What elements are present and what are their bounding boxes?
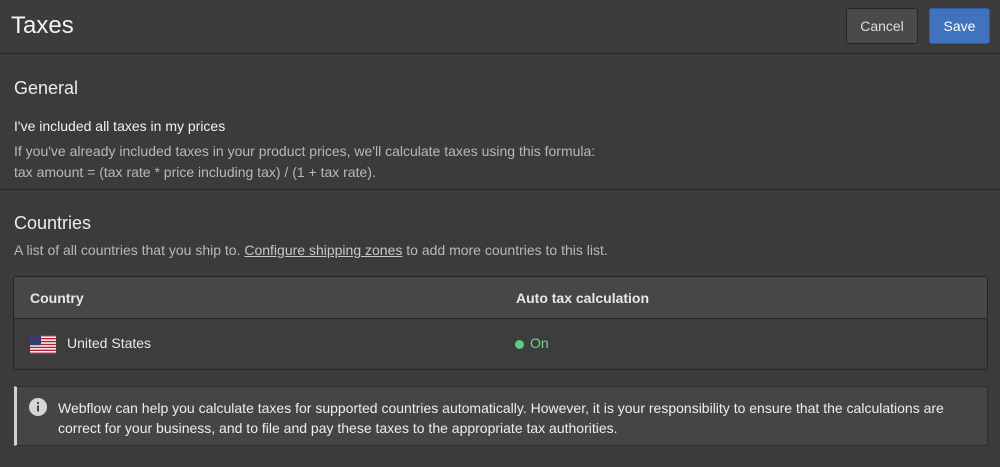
us-flag-icon (30, 335, 56, 354)
formula-help-line-1: If you've already included taxes in your… (14, 143, 596, 159)
tax-notice: Webflow can help you calculate taxes for… (14, 386, 988, 446)
general-heading: General (14, 78, 79, 98)
page-title: Taxes (11, 12, 74, 39)
info-icon (29, 398, 47, 416)
page-header: Taxes Cancel Save (0, 0, 1000, 54)
save-button[interactable]: Save (929, 8, 990, 44)
configure-shipping-zones-link[interactable]: Configure shipping zones (244, 242, 402, 258)
cancel-button[interactable]: Cancel (846, 8, 918, 44)
countries-description: A list of all countries that you ship to… (14, 240, 608, 261)
auto-tax-status: On (530, 335, 549, 351)
countries-table: Country Auto tax calculation United Stat… (13, 276, 988, 370)
include-taxes-option[interactable]: I've included all taxes in my prices (14, 118, 225, 134)
column-header-country: Country (30, 290, 84, 306)
table-header: Country Auto tax calculation (14, 277, 987, 319)
column-header-auto-tax: Auto tax calculation (516, 290, 650, 306)
section-divider (0, 189, 1000, 190)
countries-description-prefix: A list of all countries that you ship to… (14, 242, 241, 258)
notice-text: Webflow can help you calculate taxes for… (58, 400, 944, 436)
countries-description-suffix: to add more countries to this list. (406, 242, 608, 258)
status-dot-icon (515, 340, 524, 349)
country-name: United States (67, 335, 152, 351)
formula-help-line-2: tax amount = (tax rate * price including… (14, 164, 376, 180)
countries-heading: Countries (14, 213, 92, 233)
